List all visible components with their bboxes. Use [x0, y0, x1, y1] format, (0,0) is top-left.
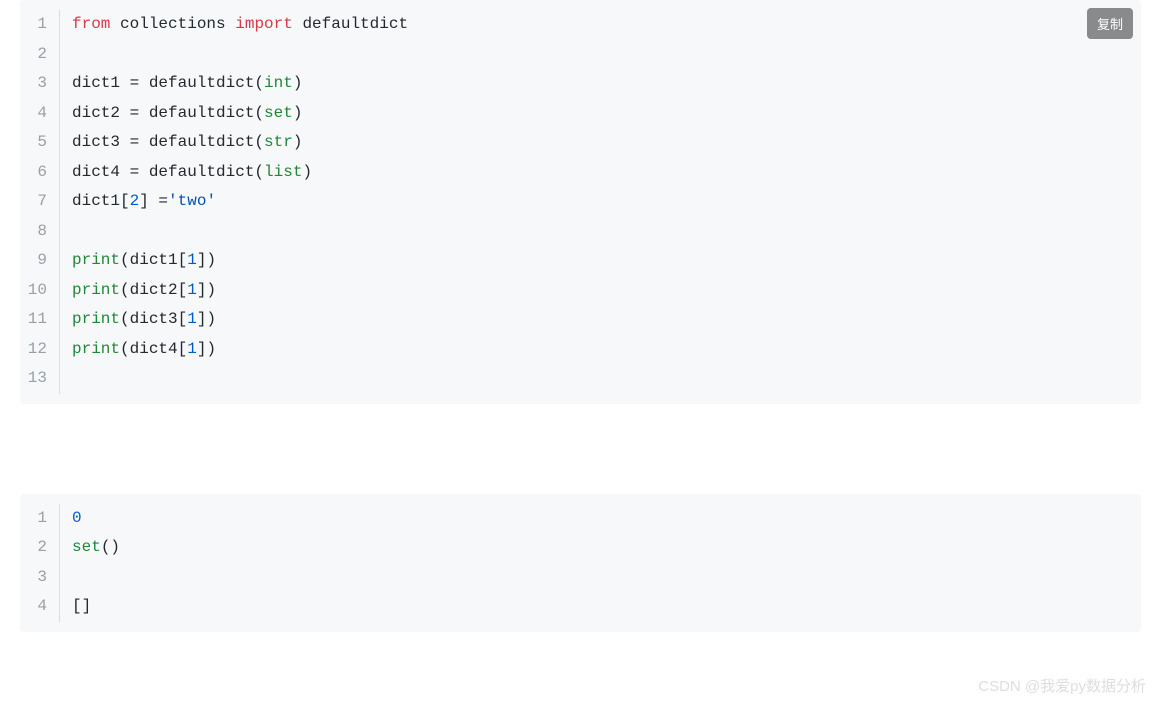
line-content: dict1 = defaultdict(int): [60, 69, 302, 99]
line-content: print(dict4[1]): [60, 335, 216, 365]
line-number: 5: [20, 128, 60, 158]
line-content: [60, 364, 82, 394]
code-line: 10: [20, 504, 1141, 534]
line-number: 4: [20, 592, 60, 622]
line-number: 11: [20, 305, 60, 335]
line-number: 9: [20, 246, 60, 276]
copy-button[interactable]: 复制: [1087, 8, 1133, 39]
line-number: 2: [20, 40, 60, 70]
code-block-2: 102set()3 4[]: [20, 494, 1141, 632]
code-line: 12print(dict4[1]): [20, 335, 1141, 365]
code-line: 2set(): [20, 533, 1141, 563]
code-lines-1: 1from collections import defaultdict2 3d…: [20, 10, 1141, 394]
code-line: 8: [20, 217, 1141, 247]
line-number: 13: [20, 364, 60, 394]
code-line: 3: [20, 563, 1141, 593]
code-line: 6dict4 = defaultdict(list): [20, 158, 1141, 188]
line-content: print(dict1[1]): [60, 246, 216, 276]
watermark: CSDN @我爱py数据分析: [978, 675, 1146, 696]
line-content: [60, 40, 82, 70]
line-content: [60, 563, 82, 593]
line-number: 3: [20, 563, 60, 593]
code-line: 3dict1 = defaultdict(int): [20, 69, 1141, 99]
code-lines-2: 102set()3 4[]: [20, 504, 1141, 622]
line-number: 10: [20, 276, 60, 306]
code-line: 1from collections import defaultdict: [20, 10, 1141, 40]
code-block-1: 复制 1from collections import defaultdict2…: [20, 0, 1141, 404]
line-content: print(dict3[1]): [60, 305, 216, 335]
line-content: from collections import defaultdict: [60, 10, 408, 40]
code-line: 4dict2 = defaultdict(set): [20, 99, 1141, 129]
code-line: 10print(dict2[1]): [20, 276, 1141, 306]
line-content: print(dict2[1]): [60, 276, 216, 306]
line-content: dict4 = defaultdict(list): [60, 158, 312, 188]
line-content: dict2 = defaultdict(set): [60, 99, 302, 129]
code-line: 2: [20, 40, 1141, 70]
line-number: 3: [20, 69, 60, 99]
line-number: 8: [20, 217, 60, 247]
line-number: 7: [20, 187, 60, 217]
line-number: 1: [20, 10, 60, 40]
line-content: set(): [60, 533, 120, 563]
line-content: [60, 217, 82, 247]
code-line: 11print(dict3[1]): [20, 305, 1141, 335]
code-line: 5dict3 = defaultdict(str): [20, 128, 1141, 158]
line-content: []: [60, 592, 91, 622]
line-number: 2: [20, 533, 60, 563]
line-number: 1: [20, 504, 60, 534]
line-content: dict3 = defaultdict(str): [60, 128, 302, 158]
code-line: 4[]: [20, 592, 1141, 622]
line-number: 4: [20, 99, 60, 129]
line-number: 12: [20, 335, 60, 365]
line-number: 6: [20, 158, 60, 188]
line-content: 0: [60, 504, 82, 534]
code-line: 7dict1[2] ='two': [20, 187, 1141, 217]
line-content: dict1[2] ='two': [60, 187, 216, 217]
code-line: 13: [20, 364, 1141, 394]
code-line: 9print(dict1[1]): [20, 246, 1141, 276]
